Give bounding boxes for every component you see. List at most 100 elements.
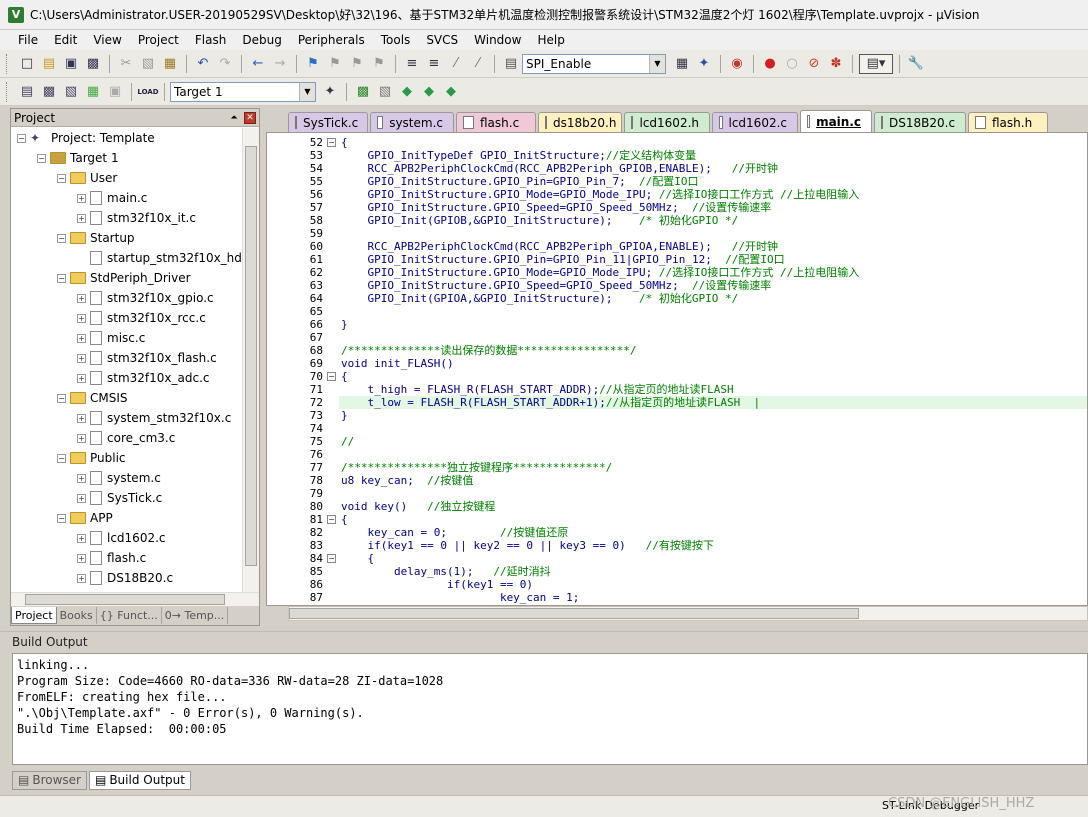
kill-breakpoints-icon[interactable]: ✽ — [826, 54, 846, 74]
tree-item[interactable]: + flash.c — [11, 548, 243, 568]
menu-debug[interactable]: Debug — [234, 33, 289, 47]
expand-icon[interactable]: + — [77, 373, 86, 383]
collapse-icon[interactable]: − — [57, 173, 66, 183]
chevron-down-icon[interactable]: ▼ — [649, 54, 665, 73]
chevron-down-icon[interactable]: ▼ — [299, 82, 315, 101]
menu-view[interactable]: View — [85, 33, 129, 47]
tab-books[interactable]: Books — [57, 607, 97, 624]
pin-icon[interactable]: ⏶ — [228, 112, 240, 124]
collapse-icon[interactable]: − — [37, 153, 46, 163]
undo-icon[interactable]: ↶ — [193, 54, 213, 74]
editor-tab[interactable]: system.c — [370, 112, 454, 132]
prev-bookmark-icon[interactable]: ⚑ — [325, 54, 345, 74]
tree-item[interactable]: + lcd1602.c — [11, 528, 243, 548]
menu-svcs[interactable]: SVCS — [418, 33, 466, 47]
editor-tab[interactable]: main.c — [800, 110, 872, 132]
expand-icon[interactable]: + — [77, 433, 86, 443]
save-all-icon[interactable]: ▩ — [83, 54, 103, 74]
fold-toggle-icon[interactable]: − — [327, 515, 336, 524]
tree-item[interactable]: − ✦ Project: Template — [11, 128, 243, 148]
tree-item[interactable]: + SysTick.c — [11, 488, 243, 508]
select-packs-icon[interactable]: ◆ — [419, 82, 439, 102]
file-extensions-icon[interactable]: ▧ — [375, 82, 395, 102]
menu-help[interactable]: Help — [529, 33, 572, 47]
tree-item[interactable]: + stm32f10x_gpio.c — [11, 288, 243, 308]
menu-tools[interactable]: Tools — [373, 33, 419, 47]
translate-icon[interactable]: ▤ — [17, 82, 37, 102]
collapse-icon[interactable]: − — [17, 133, 26, 143]
new-file-icon[interactable]: □ — [17, 54, 37, 74]
expand-icon[interactable]: + — [77, 353, 86, 363]
expand-icon[interactable]: + — [77, 333, 86, 343]
menu-peripherals[interactable]: Peripherals — [290, 33, 373, 47]
unindent-icon[interactable]: ≡ — [424, 54, 444, 74]
manage-run-time-icon[interactable]: ◆ — [397, 82, 417, 102]
find-in-files-icon[interactable]: ▤ — [501, 54, 521, 74]
comment-icon[interactable]: ⁄ — [446, 54, 466, 74]
batch-build-icon[interactable]: ▦ — [83, 82, 103, 102]
target-combo[interactable]: Target 1 ▼ — [170, 81, 316, 102]
expand-icon[interactable]: + — [77, 413, 86, 423]
tab-build-output[interactable]: ▤ Build Output — [88, 770, 191, 790]
expand-icon[interactable]: + — [77, 193, 86, 203]
tree-item[interactable]: + main.c — [11, 188, 243, 208]
editor-tab[interactable]: SysTick.c — [288, 112, 368, 132]
cut-icon[interactable]: ✂ — [116, 54, 136, 74]
toolbar-grip[interactable] — [6, 53, 10, 74]
insert-breakpoint-icon[interactable]: ● — [760, 54, 780, 74]
tree-item[interactable]: + stm32f10x_rcc.c — [11, 308, 243, 328]
tree-item[interactable]: + stm32f10x_flash.c — [11, 348, 243, 368]
tree-item[interactable]: + stm32f10x_it.c — [11, 208, 243, 228]
window-layout-icon[interactable]: ▤▾ — [859, 53, 893, 74]
build-icon[interactable]: ▩ — [39, 82, 59, 102]
expand-icon[interactable]: + — [77, 553, 86, 563]
collapse-icon[interactable]: − — [57, 233, 66, 243]
menu-file[interactable]: File — [10, 33, 46, 47]
tree-item[interactable]: startup_stm32f10x_hd.s — [11, 248, 243, 268]
debug-session-icon[interactable]: ◉ — [727, 54, 747, 74]
indent-icon[interactable]: ≡ — [402, 54, 422, 74]
tab-project[interactable]: Project — [11, 607, 57, 624]
tree-item[interactable]: − User — [11, 168, 243, 188]
tree-item[interactable]: + system_stm32f10x.c — [11, 408, 243, 428]
toolbar-grip[interactable] — [6, 81, 10, 102]
fold-toggle-icon[interactable]: − — [327, 372, 336, 381]
disable-breakpoints-icon[interactable]: ⊘ — [804, 54, 824, 74]
next-bookmark-icon[interactable]: ⚑ — [347, 54, 367, 74]
editor-horizontal-scrollbar[interactable] — [288, 606, 1088, 621]
tree-item[interactable]: + system.c — [11, 468, 243, 488]
collapse-icon[interactable]: − — [57, 513, 66, 523]
find-icon[interactable]: ▦ — [672, 54, 692, 74]
tree-item[interactable]: + core_cm3.c — [11, 428, 243, 448]
pack-installer-icon[interactable]: ◆ — [441, 82, 461, 102]
editor-tab[interactable]: lcd1602.c — [712, 112, 798, 132]
manage-project-items-icon[interactable]: ▩ — [353, 82, 373, 102]
fold-toggle-icon[interactable]: − — [327, 138, 336, 147]
tab-browser[interactable]: ▤ Browser — [12, 770, 87, 790]
paste-icon[interactable]: ▦ — [160, 54, 180, 74]
tree-item[interactable]: + stm32f10x_adc.c — [11, 368, 243, 388]
tree-item[interactable]: − Target 1 — [11, 148, 243, 168]
tree-item[interactable]: − StdPeriph_Driver — [11, 268, 243, 288]
collapse-icon[interactable]: − — [57, 453, 66, 463]
menu-window[interactable]: Window — [466, 33, 529, 47]
uncomment-icon[interactable]: ⁄ — [468, 54, 488, 74]
tree-item[interactable]: + misc.c — [11, 328, 243, 348]
expand-icon[interactable]: + — [77, 313, 86, 323]
tab-functions[interactable]: {} Funct... — [97, 607, 162, 624]
expand-icon[interactable]: + — [77, 493, 86, 503]
stop-build-icon[interactable]: ▣ — [105, 82, 125, 102]
menu-edit[interactable]: Edit — [46, 33, 85, 47]
tree-item[interactable]: + DS18B20.c — [11, 568, 243, 588]
enable-breakpoint-icon[interactable]: ○ — [782, 54, 802, 74]
menu-project[interactable]: Project — [130, 33, 187, 47]
expand-icon[interactable]: + — [77, 213, 86, 223]
editor-tab[interactable]: flash.c — [456, 112, 536, 132]
tree-item[interactable]: − CMSIS — [11, 388, 243, 408]
save-icon[interactable]: ▣ — [61, 54, 81, 74]
collapse-icon[interactable]: − — [57, 273, 66, 283]
nav-forward-icon[interactable]: → — [270, 54, 290, 74]
menu-flash[interactable]: Flash — [187, 33, 234, 47]
nav-back-icon[interactable]: ← — [248, 54, 268, 74]
close-icon[interactable]: ✕ — [244, 111, 256, 124]
